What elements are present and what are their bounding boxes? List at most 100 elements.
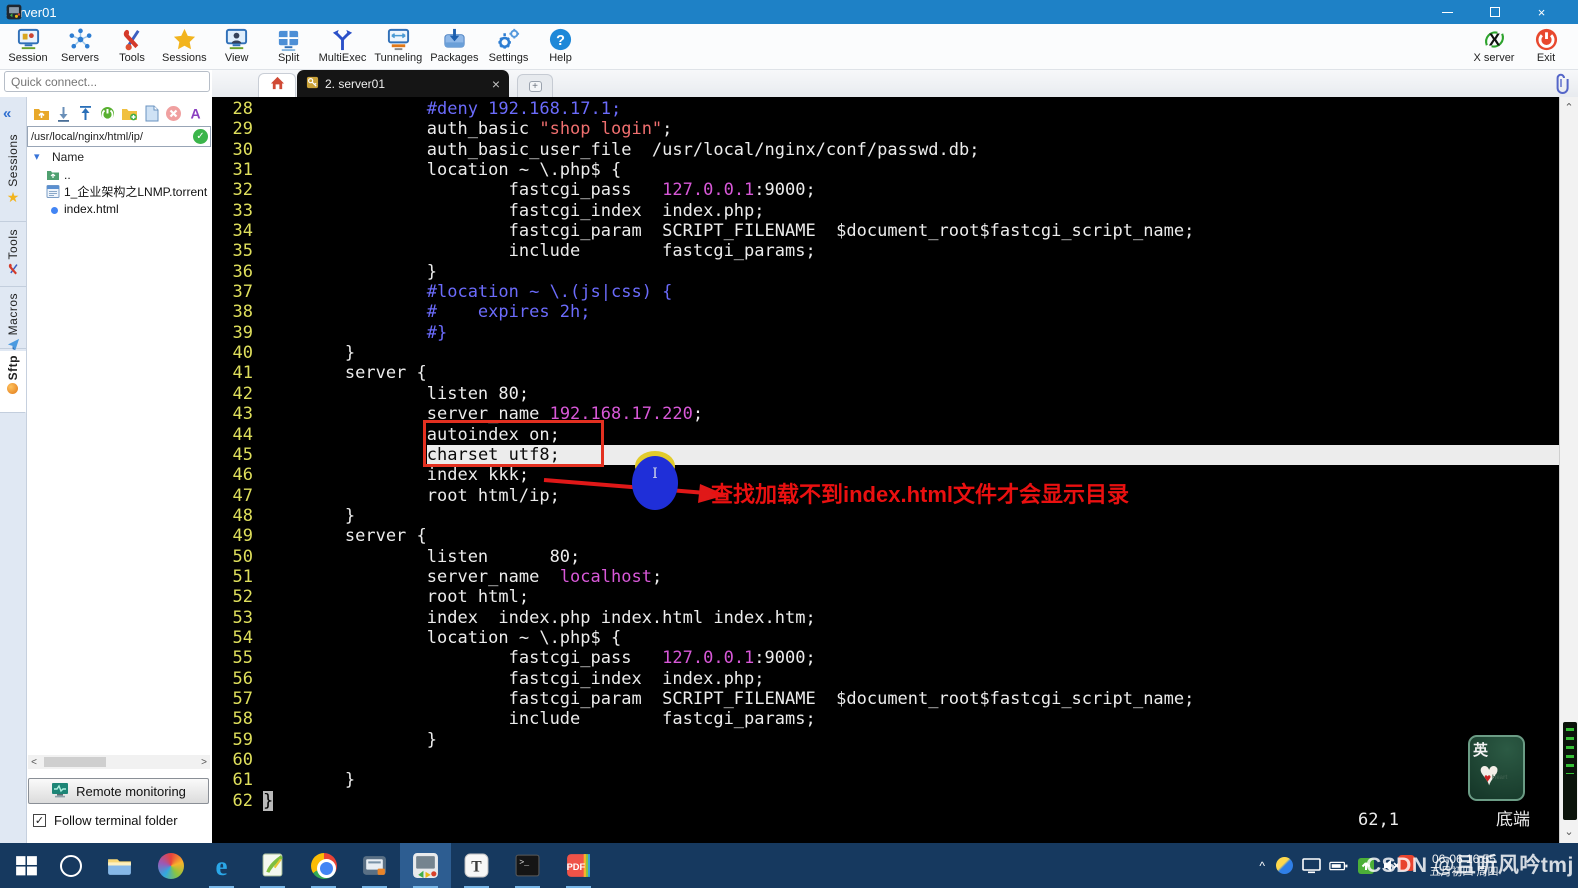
sidebar-tab-sessions[interactable]: Sessions ★	[0, 130, 26, 222]
code-text: }	[263, 343, 356, 364]
toolbar-tunneling[interactable]: Tunneling	[370, 24, 426, 70]
follow-terminal-folder-checkbox[interactable]: ✓	[33, 813, 46, 827]
toolbar-label: Tunneling	[374, 52, 423, 64]
toolbar-tools[interactable]: Tools	[106, 24, 158, 70]
taskbar-app-notepadpp[interactable]	[247, 843, 298, 888]
delete-icon[interactable]	[165, 105, 182, 122]
svg-text:PDF: PDF	[567, 862, 586, 872]
toolbar-session[interactable]: Session	[2, 24, 54, 70]
line-number: 59	[232, 729, 253, 750]
home-tab[interactable]	[258, 73, 296, 97]
sidebar-tab-label: Tools	[6, 229, 20, 260]
toolbar-multiexec[interactable]: MultiExec	[315, 24, 371, 70]
sidebar-tab-tools[interactable]: Tools	[0, 225, 26, 287]
maximize-button[interactable]	[1471, 0, 1518, 24]
csdn-watermark: CSDN @且听风吟tmj	[1366, 854, 1574, 877]
terminal-screen[interactable]: 28 #deny 192.168.17.1; 29 auth_basic "sho…	[212, 97, 1559, 843]
code-text: auth_basic	[263, 119, 540, 140]
new-file-icon[interactable]	[143, 105, 160, 122]
minimize-button[interactable]	[1424, 0, 1471, 24]
toolbar-x-server[interactable]: X X server	[1468, 24, 1520, 70]
taskbar-app-typora[interactable]: T	[451, 843, 502, 888]
scroll-left-icon[interactable]: <	[28, 757, 40, 768]
collapse-sidebar-icon[interactable]: «	[3, 105, 11, 122]
toolbar-servers[interactable]: Servers	[54, 24, 106, 70]
folder-up-icon[interactable]	[33, 105, 50, 122]
taskbar-app-edge[interactable]: e	[196, 843, 247, 888]
code-text: listen 80;	[263, 383, 530, 404]
rename-icon[interactable]: A	[187, 105, 204, 122]
toolbar-help[interactable]: ? Help	[535, 24, 587, 70]
upload-icon[interactable]	[77, 105, 94, 122]
start-button[interactable]	[4, 843, 48, 888]
home-icon	[270, 76, 285, 95]
taskbar-app-explorer[interactable]	[94, 843, 145, 888]
new-folder-icon[interactable]	[121, 105, 138, 122]
toolbar-exit[interactable]: Exit	[1520, 24, 1572, 70]
terminal-line: 29 auth_basic "shop login";	[212, 119, 1559, 139]
tab-server01[interactable]: 2. server01 ×	[297, 70, 509, 97]
terminal-line: 41 server {	[212, 363, 1559, 383]
toolbar-settings[interactable]: Settings	[483, 24, 535, 70]
taskbar-app-chrome[interactable]	[298, 843, 349, 888]
taskbar-app-vmware[interactable]	[349, 843, 400, 888]
file-row-1-lnmp-torrent[interactable]: 1_企业架构之LNMP.torrent	[27, 183, 211, 200]
sidebar-tab-macros[interactable]: Macros	[0, 289, 26, 351]
code-text: }	[263, 505, 356, 526]
line-number: 29	[232, 119, 253, 140]
monitor-icon[interactable]	[1302, 856, 1321, 875]
terminal-line: 58 include fastcgi_params;	[212, 709, 1559, 729]
tab-label: 2. server01	[325, 76, 386, 91]
scroll-up-icon[interactable]: ⌃	[1560, 101, 1578, 114]
file-row--[interactable]: ..	[27, 166, 211, 183]
sidebar-tab-strip: « Sessions ★ Tools Macros Sftp	[0, 97, 27, 843]
scroll-right-icon[interactable]: >	[198, 757, 210, 768]
windows-taskbar: e T >_ PDF ^ 06-06 16:55 五月初四 周四	[0, 843, 1578, 888]
block-cursor: }	[263, 790, 274, 812]
tab-close-icon[interactable]: ×	[492, 77, 500, 91]
code-text: :9000;	[754, 180, 816, 201]
refresh-icon[interactable]	[99, 105, 116, 122]
taskbar-app-cmd[interactable]: >_	[502, 843, 553, 888]
toolbar-sessions[interactable]: Sessions	[158, 24, 211, 70]
line-content: include fastcgi_params;	[263, 241, 1559, 261]
code-text: location ~ \.php$ {	[263, 627, 622, 648]
line-content: }	[263, 770, 1559, 790]
remote-monitoring-button[interactable]: Remote monitoring	[28, 778, 209, 804]
quick-connect-input[interactable]	[4, 71, 210, 92]
view-icon	[224, 27, 249, 52]
file-row-index-html[interactable]: index.html	[27, 200, 211, 217]
battery-icon[interactable]	[1329, 856, 1348, 875]
toolbar-split[interactable]: Split	[263, 24, 315, 70]
hscroll-thumb[interactable]	[44, 757, 106, 767]
close-button[interactable]: ×	[1518, 0, 1565, 24]
new-tab-button[interactable]: +	[517, 74, 553, 97]
scroll-down-icon[interactable]: ⌄	[1560, 825, 1578, 838]
edit-icon[interactable]	[209, 105, 211, 122]
toolbar-view[interactable]: View	[211, 24, 263, 70]
code-text: server_name	[263, 566, 560, 587]
sidebar-hscrollbar[interactable]: < >	[28, 755, 210, 769]
attachment-icon[interactable]	[1551, 73, 1571, 95]
code-text: :9000;	[754, 648, 816, 669]
toolbar-label: Exit	[1536, 52, 1556, 64]
taskbar-app-mobaxterm[interactable]	[400, 843, 451, 888]
cortana-button[interactable]	[48, 843, 94, 888]
path-go-icon[interactable]: ✓	[193, 129, 208, 144]
taskbar-app-player[interactable]	[145, 843, 196, 888]
file-name: index.html	[64, 201, 119, 216]
sidebar-tab-sftp[interactable]: Sftp	[0, 351, 26, 413]
ball-icon[interactable]	[1275, 856, 1294, 875]
line-content: include fastcgi_params;	[263, 709, 1559, 729]
download-icon[interactable]	[55, 105, 72, 122]
tray-expand-icon[interactable]: ^	[1259, 859, 1265, 873]
taskbar-app-pdf[interactable]: PDF	[553, 843, 604, 888]
sftp-path-input[interactable]	[28, 129, 193, 144]
servers-icon	[68, 27, 93, 52]
line-content: root html;	[263, 587, 1559, 607]
file-tree-header[interactable]: ▾ Name	[27, 150, 211, 166]
toolbar-packages[interactable]: Packages	[426, 24, 482, 70]
svg-text:A: A	[190, 105, 200, 121]
sticker-word: Heart	[1492, 775, 1508, 781]
terminal-line: 50 listen 80;	[212, 547, 1559, 567]
